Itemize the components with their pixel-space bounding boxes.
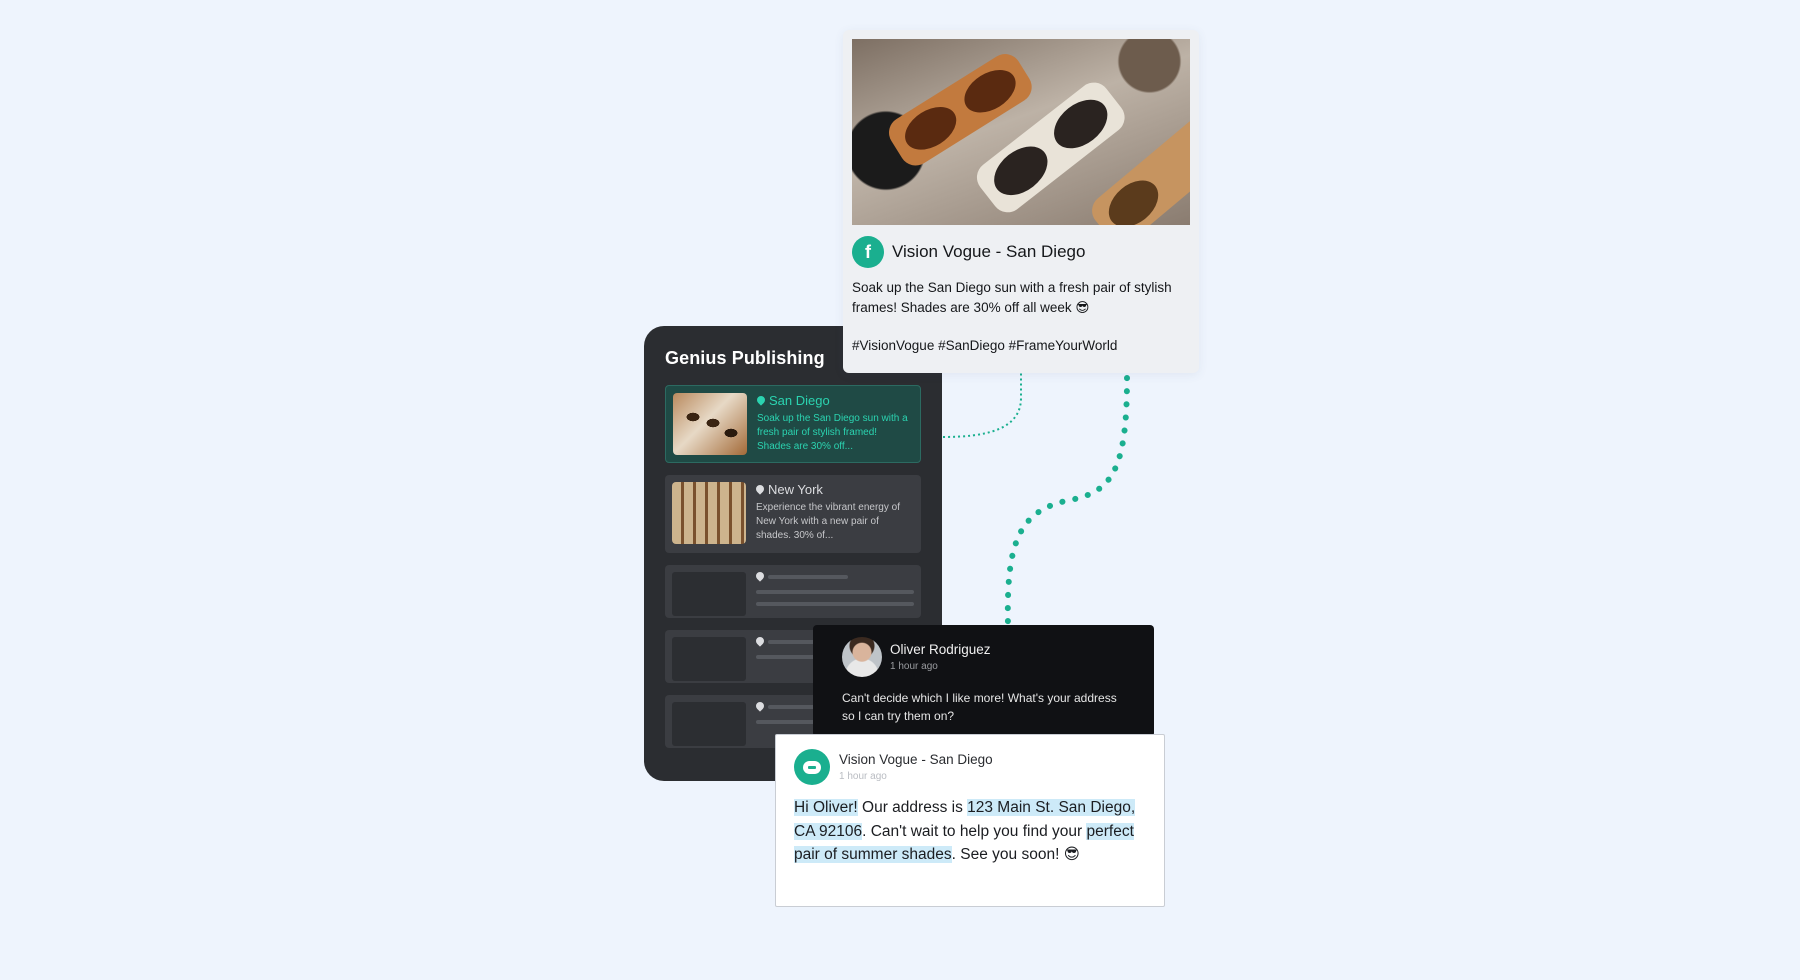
chat-bubble-icon (794, 749, 830, 785)
location-pin-icon (756, 702, 764, 712)
facebook-post-card: f Vision Vogue - San Diego Soak up the S… (843, 30, 1199, 373)
sunglasses-display-thumbnail (672, 482, 746, 544)
publishing-item-placeholder (665, 565, 921, 618)
post-page-name[interactable]: Vision Vogue - San Diego (892, 242, 1085, 262)
placeholder-line (756, 602, 914, 606)
reply-author: Vision Vogue - San Diego (839, 752, 993, 767)
reply-text: Hi Oliver! Our address is 123 Main St. S… (794, 796, 1146, 867)
reply-text-part: Our address is (857, 799, 968, 816)
highlight-greeting: Hi Oliver! (794, 799, 858, 816)
comment-meta: Oliver Rodriguez 1 hour ago (890, 642, 991, 672)
placeholder-line (756, 590, 914, 594)
sunglasses-illustration (889, 54, 1190, 225)
post-image-sunglasses (852, 39, 1190, 225)
location-label: San Diego (769, 393, 830, 408)
item-location: San Diego (757, 393, 913, 408)
reply-header: Vision Vogue - San Diego 1 hour ago (794, 749, 1146, 785)
sunglasses-thumbnail (673, 393, 747, 455)
post-body: Soak up the San Diego sun with a fresh p… (852, 280, 1172, 315)
placeholder-line (768, 575, 848, 579)
comment-author: Oliver Rodriguez (890, 642, 991, 657)
reply-meta: Vision Vogue - San Diego 1 hour ago (839, 752, 993, 782)
item-preview-text: Experience the vibrant energy of New Yor… (756, 502, 900, 541)
location-pin-icon (757, 396, 765, 406)
publishing-item-new-york[interactable]: New York Experience the vibrant energy o… (665, 475, 921, 553)
location-label: New York (768, 482, 823, 497)
comment-card: Oliver Rodriguez 1 hour ago Can't decide… (813, 625, 1154, 737)
item-body (756, 572, 914, 611)
item-location: New York (756, 482, 914, 497)
comment-text: Can't decide which I like more! What's y… (842, 691, 1117, 723)
stage: Genius Publishing San Diego Soak up the … (0, 0, 1800, 980)
location-pin-icon (756, 572, 764, 582)
placeholder-thumbnail (672, 637, 746, 681)
reply-time: 1 hour ago (839, 771, 887, 782)
post-hashtags: #VisionVogue #SanDiego #FrameYourWorld (852, 338, 1118, 353)
placeholder-thumbnail (672, 572, 746, 616)
location-pin-icon (756, 485, 764, 495)
reply-card: Vision Vogue - San Diego 1 hour ago Hi O… (775, 734, 1165, 907)
dotted-connector (1004, 375, 1130, 628)
reply-text-part: . See you soon! 😎 (951, 846, 1080, 863)
reply-text-part: . Can't wait to help you find your (862, 822, 1087, 840)
item-body: San Diego Soak up the San Diego sun with… (757, 393, 913, 455)
location-pin-icon (756, 637, 764, 647)
placeholder-thumbnail (672, 702, 746, 746)
facebook-icon: f (852, 236, 884, 268)
thin-connector (942, 373, 1022, 438)
comment-header: Oliver Rodriguez 1 hour ago (842, 637, 1126, 677)
publishing-item-san-diego[interactable]: San Diego Soak up the San Diego sun with… (665, 385, 921, 463)
item-location (756, 572, 914, 582)
item-preview-text: Soak up the San Diego sun with a fresh p… (757, 413, 908, 452)
comment-time: 1 hour ago (890, 661, 938, 672)
item-body: New York Experience the vibrant energy o… (756, 482, 914, 546)
post-header: f Vision Vogue - San Diego (852, 236, 1190, 268)
avatar (842, 637, 882, 677)
